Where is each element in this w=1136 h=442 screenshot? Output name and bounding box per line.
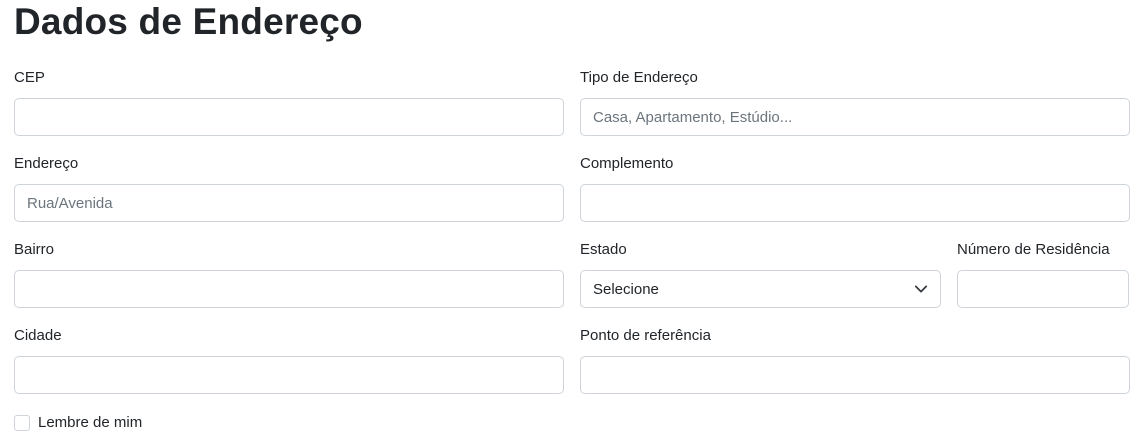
cep-label: CEP [14,69,45,86]
estado-selected-value: Selecione [593,280,659,298]
endereco-input[interactable] [14,184,564,222]
endereco-label: Endereço [14,155,79,172]
remember-me-checkbox[interactable] [14,415,30,431]
estado-label: Estado [580,241,627,258]
numero-residencia-input[interactable] [957,270,1129,308]
complemento-label: Complemento [580,155,674,172]
bairro-input[interactable] [14,270,564,308]
cidade-input[interactable] [14,356,564,394]
tipo-endereco-label: Tipo de Endereço [580,69,698,86]
remember-me-label: Lembre de mim [38,414,143,431]
tipo-endereco-input[interactable] [580,98,1130,136]
cidade-label: Cidade [14,327,62,344]
page-title: Dados de Endereço [14,1,363,42]
complemento-input[interactable] [580,184,1130,222]
remember-me-row: Lembre de mim [14,413,142,433]
chevron-down-icon [914,285,928,293]
cep-input[interactable] [14,98,564,136]
ponto-referencia-label: Ponto de referência [580,327,711,344]
numero-residencia-label: Número de Residência [957,241,1110,258]
ponto-referencia-input[interactable] [580,356,1130,394]
estado-select[interactable]: Selecione [580,270,941,308]
bairro-label: Bairro [14,241,55,258]
